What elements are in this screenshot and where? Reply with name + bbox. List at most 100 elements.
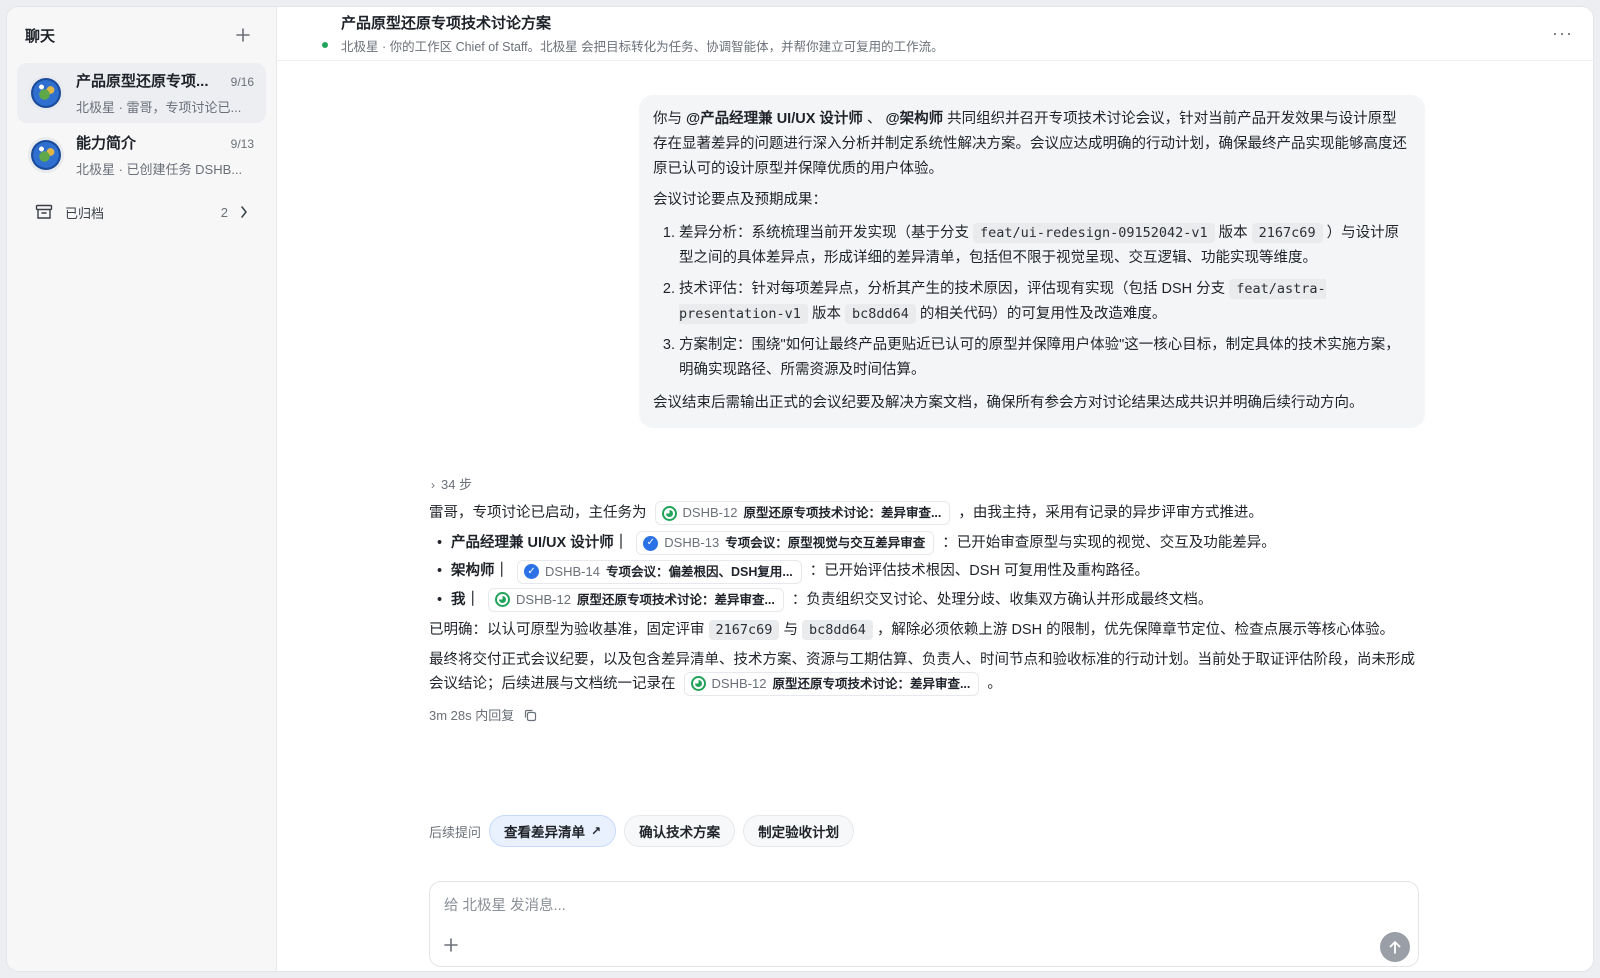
plus-icon bbox=[236, 28, 250, 42]
button-label: 查看差异清单 bbox=[504, 825, 586, 840]
user-message-subheading: 会议讨论要点及预期成果： bbox=[653, 192, 827, 208]
separator: ｜ bbox=[613, 535, 629, 552]
chat-item-name: 产品原型还原专项... bbox=[76, 73, 209, 90]
chat-list: 产品原型还原专项... 9/16 北极星 · 雷哥，专项讨论已... 能力简介 … bbox=[7, 63, 276, 185]
text: 的相关代码）的可复用性及改造难度。 bbox=[919, 306, 1167, 322]
globe-avatar-icon bbox=[31, 78, 61, 108]
assistant-intro: 雷哥，专项讨论已启动，主任务为 DSHB-12 原型还原专项技术讨论：差异审查.… bbox=[429, 501, 1427, 526]
task-id: DSHB-12 bbox=[711, 675, 767, 691]
list-item: 差异分析：系统梳理当前开发实现（基于分支 feat/ui-redesign-09… bbox=[679, 221, 1411, 271]
user-message-paragraph: 会议结束后需输出正式的会议纪要及解决方案文档，确保所有参会方对讨论结果达成共识并… bbox=[653, 395, 1364, 411]
inline-code: bc8dd64 bbox=[844, 304, 916, 324]
text: ，解除必须依赖上游 DSH 的限制，优先保障章节定位、检查点展示等核心体验。 bbox=[876, 621, 1395, 638]
task-title: 原型还原专项技术讨论：差异审查... bbox=[772, 676, 971, 691]
text: 与 bbox=[783, 621, 798, 638]
check-circle-icon: ✓ bbox=[524, 564, 540, 580]
chat-item-name: 能力简介 bbox=[76, 135, 137, 152]
task-chip[interactable]: ✓ DSHB-14 专项会议：偏差根因、DSH复用... bbox=[517, 559, 802, 584]
conversation-title: 产品原型还原专项技术讨论方案 bbox=[341, 15, 552, 32]
copy-button[interactable] bbox=[524, 709, 537, 722]
text: 。 bbox=[987, 675, 1002, 692]
text: 雷哥，专项讨论已启动，主任务为 bbox=[429, 505, 647, 521]
send-button[interactable] bbox=[1380, 932, 1410, 962]
plus-icon bbox=[444, 938, 458, 952]
archived-count: 2 bbox=[220, 204, 228, 220]
user-message-paragraph: 你与 @产品经理兼 UI/UX 设计师 、 @架构师 共同组织并召开专项技术讨论… bbox=[653, 107, 1411, 182]
mention-architect[interactable]: @架构师 bbox=[885, 111, 943, 127]
agent-avatar bbox=[297, 19, 329, 49]
chat-item-preview: 北极星 · 雷哥，专项讨论已... bbox=[76, 100, 242, 115]
chevron-right-icon bbox=[241, 206, 247, 218]
chat-item-date: 9/16 bbox=[230, 75, 254, 89]
new-chat-button[interactable] bbox=[232, 24, 254, 46]
chat-item-date: 9/13 bbox=[230, 137, 254, 151]
conversation-header: 产品原型还原专项技术讨论方案 北极星 · 你的工作区 Chief of Staf… bbox=[277, 7, 1593, 61]
follow-up-suggestions: 后续提问 查看差异清单 ↗ 确认技术方案 制定验收计划 bbox=[429, 815, 862, 847]
separator: ｜ bbox=[494, 563, 510, 580]
conversation-subtitle: 北极星 · 你的工作区 Chief of Staff。北极星 会把目标转化为任务… bbox=[341, 40, 944, 54]
list-item: 产品经理兼 UI/UX 设计师｜ ✓ DSHB-13 专项会议：原型视觉与交互差… bbox=[435, 531, 1427, 556]
make-acceptance-plan-button[interactable]: 制定验收计划 bbox=[743, 815, 855, 847]
list-item: 架构师｜ ✓ DSHB-14 专项会议：偏差根因、DSH复用... ：已开始评估… bbox=[435, 559, 1427, 584]
chat-item-capabilities[interactable]: 能力简介 9/13 北极星 · 已创建任务 DSHB... bbox=[17, 125, 266, 185]
inline-code: feat/ui-redesign-09152042-v1 bbox=[973, 223, 1215, 243]
in-progress-status-icon bbox=[690, 676, 706, 692]
archived-label: 已归档 bbox=[65, 205, 105, 221]
task-chip[interactable]: DSHB-12 原型还原专项技术讨论：差异审查... bbox=[683, 671, 980, 696]
in-progress-status-icon bbox=[495, 592, 511, 608]
task-chip[interactable]: ✓ DSHB-13 专项会议：原型视觉与交互差异审查 bbox=[636, 531, 935, 556]
message-composer bbox=[429, 881, 1419, 967]
assistant-message: › 34 步 雷哥，专项讨论已启动，主任务为 DSHB-12 原型还原专项技术讨… bbox=[429, 475, 1427, 728]
message-input[interactable] bbox=[444, 894, 1344, 918]
assistant-clarification: 已明确：以认可原型为验收基准，固定评审 2167c69 与 bc8dd64 ，解… bbox=[429, 618, 1427, 642]
check-circle-icon: ✓ bbox=[643, 535, 659, 551]
user-message-list: 差异分析：系统梳理当前开发实现（基于分支 feat/ui-redesign-09… bbox=[679, 221, 1411, 383]
copy-icon bbox=[525, 710, 537, 722]
response-time: 3m 28s 内回复 bbox=[429, 707, 515, 723]
inline-code: 2167c69 bbox=[708, 619, 780, 640]
follow-up-label: 后续提问 bbox=[429, 824, 482, 840]
inline-code: bc8dd64 bbox=[802, 619, 873, 640]
list-item: 方案制定：围绕"如何让最终产品更贴近已认可的原型并保障用户体验"这一核心目标，制… bbox=[679, 333, 1411, 383]
task-chip[interactable]: DSHB-12 原型还原专项技术讨论：差异审查... bbox=[488, 587, 784, 612]
separator: ｜ bbox=[465, 591, 481, 608]
task-chip[interactable]: DSHB-12 原型还原专项技术讨论：差异审查... bbox=[654, 501, 951, 526]
text: 版本 bbox=[1218, 225, 1248, 241]
text: 差异分析：系统梳理当前开发实现（基于分支 bbox=[679, 225, 969, 241]
list-item: 我｜ DSHB-12 原型还原专项技术讨论：差异审查... ：负责组织交叉讨论、… bbox=[435, 588, 1427, 612]
assignee-name: 我 bbox=[451, 591, 466, 608]
mention-pm[interactable]: @产品经理兼 UI/UX 设计师 bbox=[686, 111, 863, 127]
chevron-right-icon: › bbox=[431, 478, 435, 492]
task-id: DSHB-12 bbox=[682, 505, 738, 521]
archive-box-icon bbox=[35, 204, 53, 219]
task-id: DSHB-14 bbox=[545, 563, 600, 579]
assistant-final: 最终将交付正式会议纪要，以及包含差异清单、技术方案、资源与工期估算、负责人、时间… bbox=[429, 648, 1427, 696]
steps-count: 34 步 bbox=[441, 477, 473, 492]
more-options-button[interactable]: ··· bbox=[1552, 23, 1573, 44]
view-diff-list-button[interactable]: 查看差异清单 ↗ bbox=[489, 815, 617, 847]
inline-code: 2167c69 bbox=[1251, 223, 1323, 243]
confirm-tech-plan-button[interactable]: 确认技术方案 bbox=[624, 815, 736, 847]
archived-folder-button[interactable]: 已归档 2 bbox=[17, 195, 266, 229]
text: 版本 bbox=[811, 306, 841, 322]
sidebar-title: 聊天 bbox=[25, 27, 56, 45]
task-title: 原型还原专项技术讨论：差异审查... bbox=[743, 506, 942, 521]
task-id: DSHB-12 bbox=[516, 591, 571, 607]
app-window: 聊天 产品原型还原专项... 9/16 北极星 · 雷哥，专项讨论已... 能力… bbox=[6, 6, 1594, 972]
main-panel: 产品原型还原专项技术讨论方案 北极星 · 你的工作区 Chief of Staf… bbox=[277, 7, 1593, 971]
sidebar-header: 聊天 bbox=[7, 7, 276, 63]
assignment-desc: ：已开始审查原型与实现的视觉、交互及功能差异。 bbox=[942, 535, 1276, 552]
assignee-name: 架构师 bbox=[451, 563, 495, 580]
assignment-desc: ：负责组织交叉讨论、处理分歧、收集双方确认并形成最终文档。 bbox=[791, 591, 1213, 608]
steps-toggle[interactable]: › 34 步 bbox=[431, 475, 1427, 495]
user-message: 你与 @产品经理兼 UI/UX 设计师 、 @架构师 共同组织并召开专项技术讨论… bbox=[639, 95, 1425, 428]
text: 技术评估：针对每项差异点，分析其产生的技术原因，评估现有实现（包括 DSH 分支 bbox=[679, 281, 1226, 297]
attach-button[interactable] bbox=[444, 936, 458, 956]
globe-avatar-icon bbox=[31, 140, 61, 170]
task-title: 专项会议：原型视觉与交互差异审查 bbox=[725, 536, 926, 551]
chat-item-prototype[interactable]: 产品原型还原专项... 9/16 北极星 · 雷哥，专项讨论已... bbox=[17, 63, 266, 123]
button-label: 制定验收计划 bbox=[758, 825, 840, 840]
button-label: 确认技术方案 bbox=[639, 825, 721, 840]
chat-item-preview: 北极星 · 已创建任务 DSHB... bbox=[76, 162, 243, 177]
sidebar: 聊天 产品原型还原专项... 9/16 北极星 · 雷哥，专项讨论已... 能力… bbox=[7, 7, 277, 971]
